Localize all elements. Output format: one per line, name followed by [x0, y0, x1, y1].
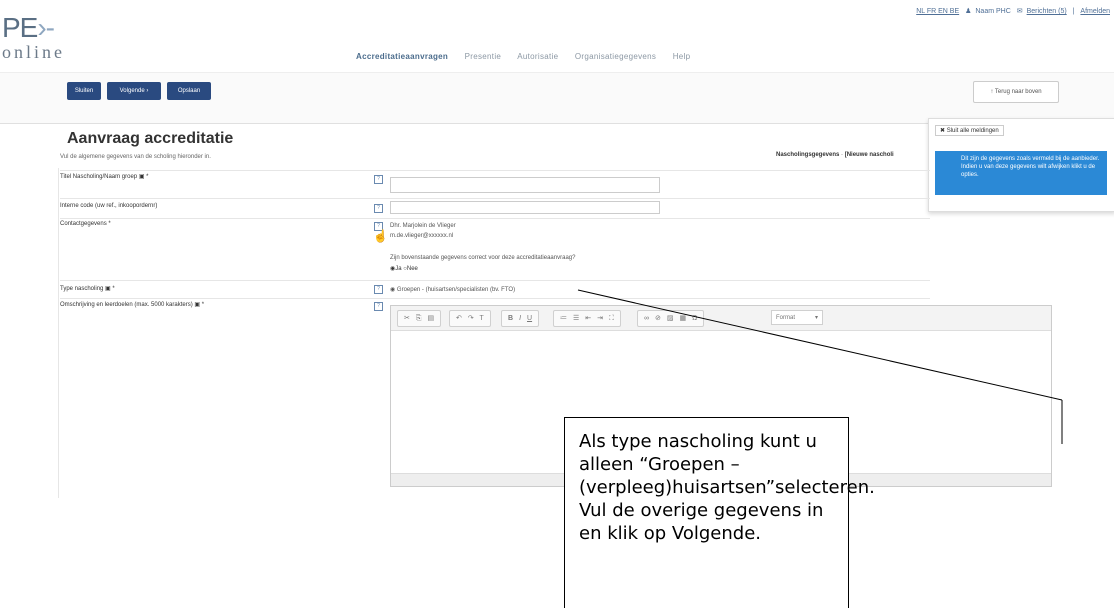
callout-pointer-line — [577, 289, 1063, 401]
instruction-callout: Als type nascholing kunt u alleen “Groep… — [564, 417, 875, 608]
callout-text: Als type nascholing kunt u alleen “Groep… — [579, 431, 875, 544]
callout-pointer-lines — [577, 289, 1063, 444]
